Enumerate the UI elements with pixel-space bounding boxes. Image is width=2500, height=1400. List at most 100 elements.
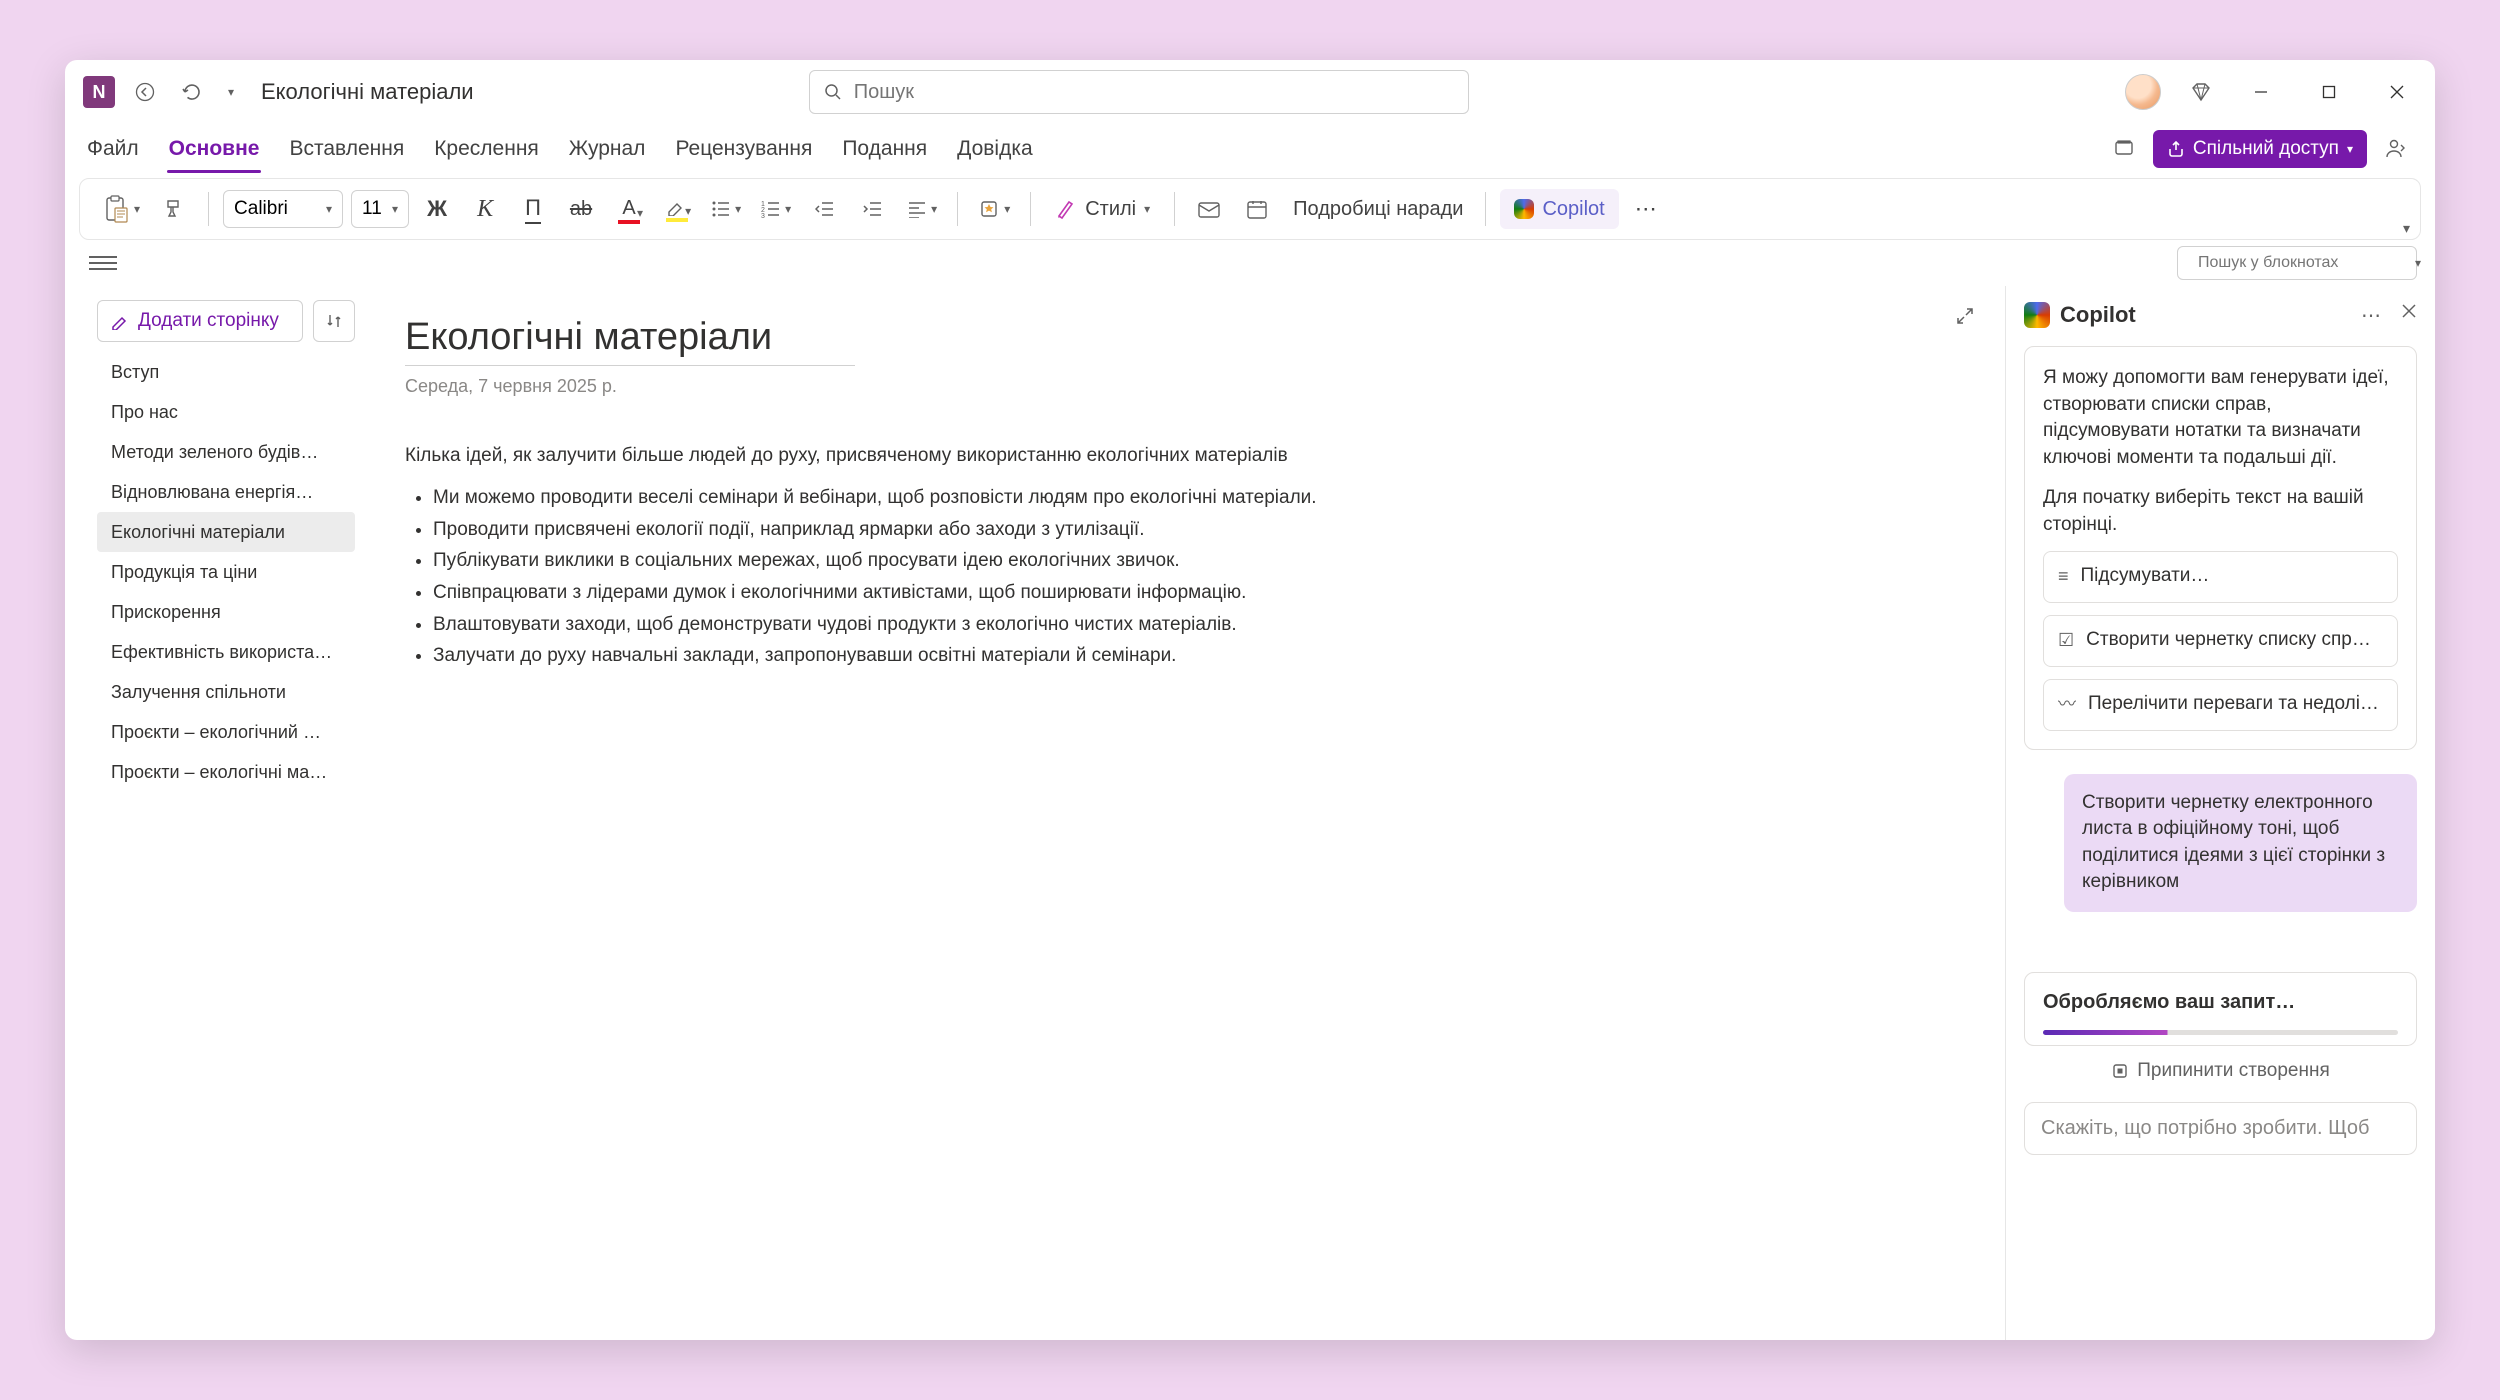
more-button[interactable]: ⋯ — [1627, 189, 1667, 229]
strikethrough-button[interactable]: ab — [561, 189, 601, 229]
note-canvas[interactable]: Екологічні матеріали Середа, 7 червня 20… — [355, 286, 2005, 1340]
add-page-button[interactable]: Додати сторінку — [97, 300, 303, 342]
minimize-button[interactable] — [2241, 72, 2281, 112]
page-item[interactable]: Екологічні матеріали — [97, 512, 355, 552]
copilot-close-button[interactable] — [2401, 303, 2417, 328]
tab-журнал[interactable]: Журнал — [567, 131, 648, 167]
tab-довідка[interactable]: Довідка — [955, 131, 1035, 167]
subbar: ▾ — [65, 240, 2435, 286]
stop-generation-button[interactable]: Припинити створення — [2024, 1060, 2417, 1082]
bold-button[interactable]: Ж — [417, 189, 457, 229]
paste-button[interactable]: ▾ — [98, 189, 146, 229]
maximize-button[interactable] — [2309, 72, 2349, 112]
styles-button[interactable]: Стилі▾ — [1045, 189, 1160, 229]
search-icon — [824, 83, 842, 101]
bullet-item[interactable]: Влаштовувати заходи, щоб демонструвати ч… — [433, 612, 1955, 638]
tab-креслення[interactable]: Креслення — [432, 131, 541, 167]
expand-icon — [1955, 306, 1975, 326]
underline-button[interactable]: П — [513, 189, 553, 229]
page-item[interactable]: Відновлювана енергія… — [97, 472, 355, 512]
bullet-item[interactable]: Співпрацювати з лідерами думок і екологі… — [433, 580, 1955, 606]
copilot-panel: Copilot ⋯ Я можу допомогти вам генеруват… — [2005, 286, 2435, 1340]
meeting-details-button[interactable]: Подробиці наради — [1285, 189, 1471, 229]
share-button[interactable]: Спільний доступ ▾ — [2153, 130, 2367, 168]
notebook-search-input[interactable] — [2196, 253, 2407, 273]
page-item[interactable]: Прискорення — [97, 592, 355, 632]
page-item[interactable]: Ефективність використа… — [97, 632, 355, 672]
font-selector[interactable]: Calibri▾ — [223, 190, 343, 228]
format-painter-button[interactable] — [154, 189, 194, 229]
copilot-more-button[interactable]: ⋯ — [2361, 303, 2383, 328]
bullet-item[interactable]: Проводити присвячені екології події, нап… — [433, 517, 1955, 543]
nav-toggle[interactable] — [89, 256, 117, 270]
tab-файл[interactable]: Файл — [85, 131, 141, 167]
page-title[interactable]: Екологічні матеріали — [405, 316, 1955, 359]
copilot-input[interactable]: Скажіть, що потрібно зробити. Щоб — [2024, 1102, 2417, 1155]
expand-button[interactable] — [1955, 306, 1975, 326]
bullets-button[interactable]: ▾ — [705, 189, 747, 229]
page-item[interactable]: Вступ — [97, 352, 355, 392]
notebook-search[interactable]: ▾ — [2177, 246, 2417, 280]
qat-dropdown[interactable]: ▾ — [221, 76, 241, 108]
intro-text[interactable]: Кілька ідей, як залучити більше людей до… — [405, 445, 1955, 467]
copilot-suggestion[interactable]: 〰Перелічити переваги та недолі… — [2043, 679, 2398, 731]
tag-button[interactable]: ▾ — [972, 189, 1016, 229]
person-icon — [2384, 137, 2408, 161]
back-icon — [135, 82, 155, 102]
clipboard-icon — [104, 194, 130, 224]
search-input[interactable] — [852, 80, 1454, 105]
tab-подання[interactable]: Подання — [840, 131, 929, 167]
user-message: Створити чернетку електронного листа в о… — [2064, 774, 2417, 912]
copilot-side-button[interactable] — [2377, 130, 2415, 168]
page-item[interactable]: Проєкти – екологічні ма… — [97, 752, 355, 792]
tab-основне[interactable]: Основне — [167, 131, 262, 167]
page-item[interactable]: Залучення спільноти — [97, 672, 355, 712]
share-icon — [2167, 140, 2185, 158]
styles-icon — [1055, 198, 1077, 220]
back-button[interactable] — [129, 76, 161, 108]
workspace: Додати сторінку ВступПро насМетоди зелен… — [65, 286, 2435, 1340]
indent-icon — [863, 200, 883, 218]
titlebar: N ▾ Екологічні матеріали — [65, 60, 2435, 124]
undo-button[interactable] — [175, 76, 207, 108]
page-item[interactable]: Проєкти – екологічний … — [97, 712, 355, 752]
present-mode-button[interactable] — [2105, 130, 2143, 168]
mail-button[interactable] — [1189, 189, 1229, 229]
bullet-item[interactable]: Ми можемо проводити веселі семінари й ве… — [433, 485, 1955, 511]
page-item[interactable]: Продукція та ціни — [97, 552, 355, 592]
font-size-selector[interactable]: 11▾ — [351, 190, 409, 228]
app-window: N ▾ Екологічні матеріали Файл Основне Вста… — [65, 60, 2435, 1340]
font-color-button[interactable]: A▾ — [609, 189, 649, 229]
search-box[interactable] — [809, 70, 1469, 114]
ribbon-tabs: Файл Основне Вставлення Креслення Журнал Реце… — [65, 124, 2435, 174]
ribbon-collapse[interactable]: ▾ — [2403, 220, 2410, 237]
tab-вставлення[interactable]: Вставлення — [287, 131, 406, 167]
sort-button[interactable] — [313, 300, 355, 342]
numbering-button[interactable]: 123▾ — [755, 189, 797, 229]
outdent-button[interactable] — [805, 189, 845, 229]
page-item[interactable]: Методи зеленого будів… — [97, 432, 355, 472]
bullet-list[interactable]: Ми можемо проводити веселі семінари й ве… — [405, 485, 1955, 669]
suggestion-icon: ≡ — [2058, 564, 2069, 589]
page-item[interactable]: Про нас — [97, 392, 355, 432]
suggestion-icon: ☑ — [2058, 628, 2074, 653]
copilot-suggestion[interactable]: ☑Створити чернетку списку спр… — [2043, 615, 2398, 667]
present-icon — [2113, 138, 2135, 160]
bullet-item[interactable]: Публікувати виклики в соціальних мережах… — [433, 548, 1955, 574]
close-button[interactable] — [2377, 72, 2417, 112]
indent-button[interactable] — [853, 189, 893, 229]
diamond-icon[interactable] — [2189, 80, 2213, 104]
copilot-suggestion[interactable]: ≡Підсумувати… — [2043, 551, 2398, 603]
align-button[interactable]: ▾ — [901, 189, 943, 229]
user-avatar[interactable] — [2125, 74, 2161, 110]
tab-рецензування[interactable]: Рецензування — [673, 131, 814, 167]
highlight-button[interactable]: ▾ — [657, 189, 697, 229]
italic-button[interactable]: К — [465, 189, 505, 229]
align-icon — [907, 200, 927, 218]
bullet-item[interactable]: Залучати до руху навчальні заклади, запр… — [433, 643, 1955, 669]
meeting-icon-button[interactable] — [1237, 189, 1277, 229]
progress-bar — [2043, 1030, 2398, 1035]
outdent-icon — [815, 200, 835, 218]
page-sidebar: Додати сторінку ВступПро насМетоди зелен… — [65, 286, 355, 1340]
copilot-ribbon-button[interactable]: Copilot — [1500, 189, 1618, 229]
